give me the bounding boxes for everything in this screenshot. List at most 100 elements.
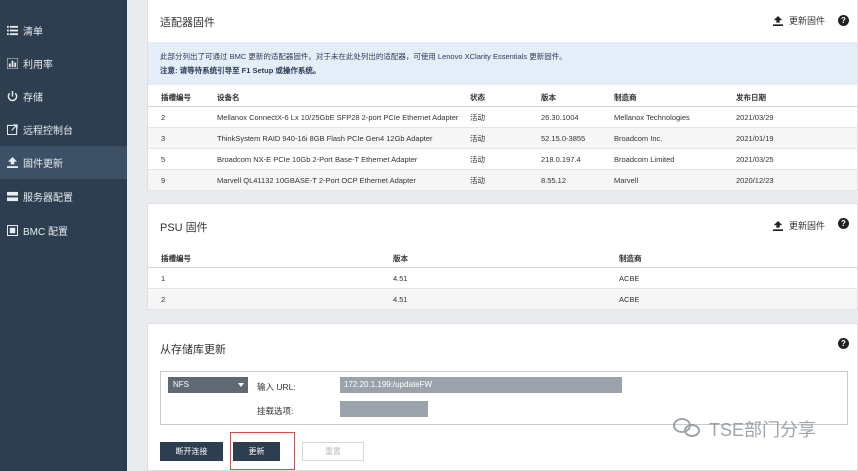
upload-icon <box>6 157 18 169</box>
column-header: 设备名 <box>217 93 240 102</box>
sidebar-item-label: 清单 <box>23 27 43 38</box>
disconnect-button[interactable]: 断开连接 <box>160 442 223 461</box>
psu-table: 插槽编号 版本 制造商 1 4.51 ACBE 2 4.51 ACBE <box>148 249 857 310</box>
mount-options-input[interactable] <box>340 401 428 417</box>
cell-version: 8.55.12 <box>541 176 567 185</box>
column-header: 发布日期 <box>736 93 766 102</box>
watermark-text: TSE部门分享 <box>709 420 817 440</box>
sidebar-item-label: 固件更新 <box>23 159 63 170</box>
sidebar-item-label: BMC 配置 <box>23 227 68 238</box>
adapter-table: 插槽编号 设备名 状态 版本 制造商 发布日期 2 Mellanox Conne… <box>148 88 857 191</box>
help-icon[interactable]: ? <box>838 218 849 229</box>
help-icon[interactable]: ? <box>838 15 849 26</box>
sidebar-item-bmc-config[interactable]: BMC 配置 <box>0 214 127 247</box>
cell-version: 4.51 <box>393 274 408 283</box>
external-link-icon <box>6 124 18 136</box>
table-header: 插槽编号 设备名 状态 版本 制造商 发布日期 <box>148 88 857 107</box>
bar-chart-icon <box>6 58 18 70</box>
power-icon <box>6 91 18 103</box>
sidebar: 清单 利用率 存储 远程控制台 固件更新 服务器配置 BMC 配置 <box>0 0 127 471</box>
cell-date: 2021/03/29 <box>736 113 774 122</box>
upload-icon <box>773 220 783 231</box>
protocol-select[interactable]: NFS <box>168 377 248 393</box>
sidebar-item-label: 利用率 <box>23 60 53 71</box>
cell-version: 52.15.0-3855 <box>541 134 586 143</box>
cell-date: 2020/12/23 <box>736 176 774 185</box>
cell-slot: 3 <box>161 134 166 143</box>
cell-version: 218.0.197.4 <box>541 155 581 164</box>
cell-version: 26.30.1004 <box>541 113 579 122</box>
repository-update-title: 从存储库更新 <box>160 344 226 356</box>
cell-vendor: Broadcom Limited <box>614 155 675 164</box>
help-icon[interactable]: ? <box>838 338 849 349</box>
cell-slot: 5 <box>161 155 166 164</box>
table-row[interactable]: 1 4.51 ACBE <box>148 268 857 289</box>
sidebar-item-utilization[interactable]: 利用率 <box>0 47 127 80</box>
sidebar-item-inventory[interactable]: 清单 <box>0 14 127 47</box>
bmc-icon <box>6 225 18 237</box>
cell-device: Broadcom NX-E PCIe 10Gb 2-Port Base-T Et… <box>217 155 418 164</box>
sidebar-item-remote-console[interactable]: 远程控制台 <box>0 113 127 146</box>
server-icon <box>6 191 18 203</box>
url-input[interactable]: 172.20.1.199:/updateFW <box>340 377 622 393</box>
table-row[interactable]: 2 Mellanox ConnectX-6 Lx 10/25GbE SFP28 … <box>148 107 857 128</box>
sidebar-item-storage[interactable]: 存储 <box>0 80 127 113</box>
cell-version: 4.51 <box>393 295 408 304</box>
cell-device: Mellanox ConnectX-6 Lx 10/25GbE SFP28 2-… <box>217 113 459 122</box>
psu-update-firmware-button[interactable]: 更新固件 <box>773 219 825 232</box>
table-row[interactable]: 2 4.51 ACBE <box>148 289 857 310</box>
url-label: 输入 URL: <box>257 382 296 392</box>
column-header: 制造商 <box>619 254 642 263</box>
watermark: TSE部门分享 <box>673 416 816 442</box>
protocol-value: NFS <box>173 380 189 389</box>
table-header: 插槽编号 版本 制造商 <box>148 249 857 268</box>
update-firmware-label: 更新固件 <box>789 221 826 231</box>
cell-vendor: Broadcom Inc. <box>614 134 663 143</box>
cell-vendor: ACBE <box>619 274 640 283</box>
cell-slot: 2 <box>161 295 166 304</box>
info-text: 此部分列出了可通过 BMC 更新的适配器固件。对于未在此处列出的适配器，可使用 … <box>160 52 567 61</box>
column-header: 制造商 <box>614 93 637 102</box>
psu-firmware-title: PSU 固件 <box>160 222 208 234</box>
sidebar-item-label: 远程控制台 <box>23 126 73 137</box>
table-row[interactable]: 5 Broadcom NX-E PCIe 10Gb 2-Port Base-T … <box>148 149 857 170</box>
psu-firmware-panel: PSU 固件 更新固件 ? 插槽编号 版本 制造商 1 4.51 ACBE 2 … <box>147 203 858 310</box>
column-header: 版本 <box>393 254 408 263</box>
sidebar-item-server-config[interactable]: 服务器配置 <box>0 180 127 213</box>
sidebar-item-label: 服务器配置 <box>23 193 73 204</box>
cell-device: ThinkSystem RAID 940-16i 8GB Flash PCIe … <box>217 134 433 143</box>
column-header: 插槽编号 <box>161 93 191 102</box>
table-row[interactable]: 3 ThinkSystem RAID 940-16i 8GB Flash PCI… <box>148 128 857 149</box>
cell-vendor: ACBE <box>619 295 640 304</box>
cell-date: 2021/01/19 <box>736 134 774 143</box>
adapter-firmware-panel: 适配器固件 更新固件 ? 此部分列出了可通过 BMC 更新的适配器固件。对于未在… <box>147 0 858 191</box>
adapter-firmware-title: 适配器固件 <box>160 17 215 29</box>
upload-icon <box>773 15 783 26</box>
cell-status: 活动 <box>470 176 485 185</box>
column-header: 状态 <box>470 93 485 102</box>
cell-slot: 9 <box>161 176 166 185</box>
repository-update-panel: 从存储库更新 ? NFS 输入 URL: 172.20.1.199:/updat… <box>147 323 858 471</box>
cell-slot: 1 <box>161 274 166 283</box>
update-button[interactable]: 更新 <box>233 442 280 461</box>
cell-vendor: Marvell <box>614 176 639 185</box>
mount-options-label: 挂载选项: <box>257 406 294 416</box>
table-row[interactable]: 9 Marvell QL41132 10GBASE-T 2-Port OCP E… <box>148 170 857 191</box>
adapter-info-box: 此部分列出了可通过 BMC 更新的适配器固件。对于未在此处列出的适配器，可使用 … <box>148 42 857 85</box>
wechat-icon <box>673 418 703 440</box>
cell-status: 活动 <box>470 155 485 164</box>
adapter-update-firmware-button[interactable]: 更新固件 <box>773 14 825 27</box>
cell-date: 2021/03/25 <box>736 155 774 164</box>
column-header: 插槽编号 <box>161 254 191 263</box>
column-header: 版本 <box>541 93 556 102</box>
note-text: 注意: 请等待系统引导至 F1 Setup 或操作系统。 <box>160 66 321 75</box>
cell-status: 活动 <box>470 134 485 143</box>
list-icon <box>6 25 18 37</box>
reset-button[interactable]: 重置 <box>302 442 364 461</box>
chevron-down-icon <box>238 383 244 387</box>
cell-vendor: Mellanox Technologies <box>614 113 690 122</box>
cell-status: 活动 <box>470 113 485 122</box>
sidebar-item-label: 存储 <box>23 93 43 104</box>
cell-slot: 2 <box>161 113 166 122</box>
sidebar-item-firmware-update[interactable]: 固件更新 <box>0 146 127 179</box>
